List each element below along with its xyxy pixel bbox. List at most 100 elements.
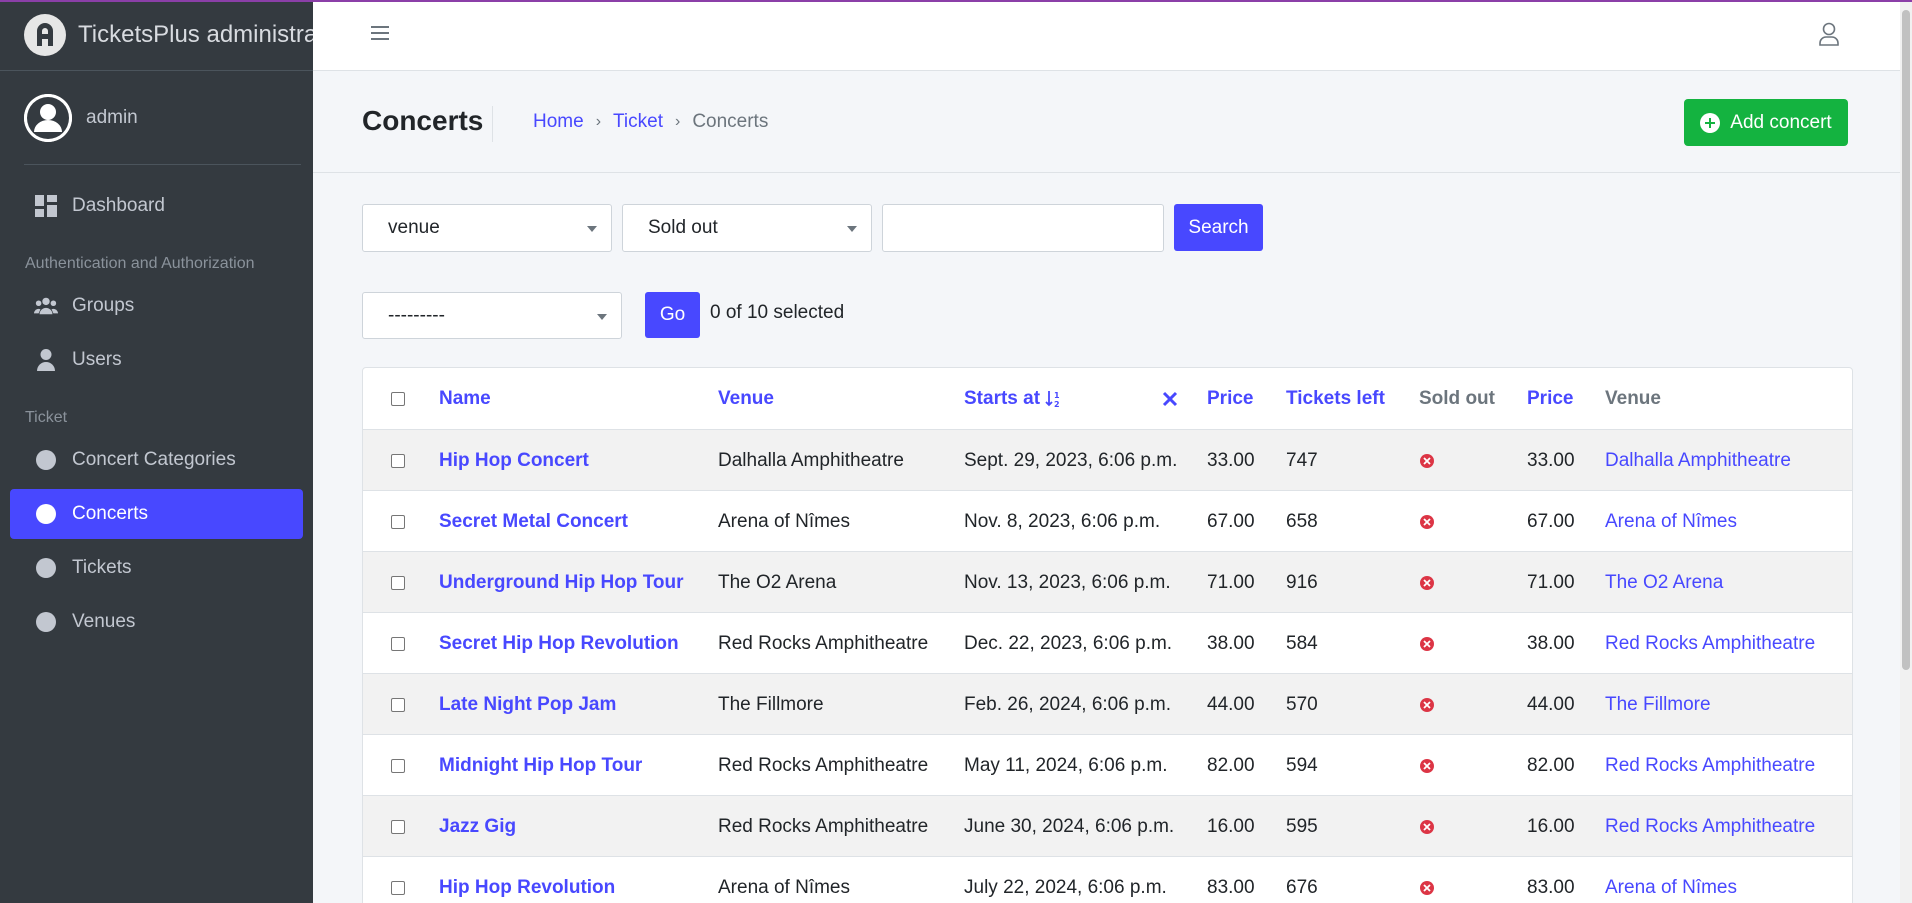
close-icon[interactable] [1162, 368, 1178, 429]
sidebar-item-dashboard[interactable]: Dashboard [10, 181, 303, 231]
tickets-left-cell: 747 [1286, 449, 1318, 471]
price-2-cell: 71.00 [1527, 571, 1575, 593]
top-accent-line [0, 0, 1912, 2]
row-checkbox[interactable] [391, 674, 405, 735]
search-input[interactable] [882, 204, 1164, 252]
menu-icon[interactable] [371, 25, 389, 47]
sidebar-item-label: Concerts [72, 503, 149, 524]
row-checkbox[interactable] [391, 735, 405, 796]
selected-count: 0 of 10 selected [710, 302, 845, 323]
breadcrumb: Home › Ticket › Concerts [533, 111, 768, 133]
content-header: Concerts Home › Ticket › Concerts Add co… [313, 71, 1900, 173]
circle-icon [34, 502, 58, 526]
price-2-cell: 33.00 [1527, 449, 1575, 471]
venue-link[interactable]: Red Rocks Amphitheatre [1605, 735, 1815, 796]
users-group-icon [34, 294, 58, 318]
breadcrumb-ticket[interactable]: Ticket [613, 111, 663, 133]
chevron-down-icon [587, 226, 597, 232]
venue-cell: Arena of Nîmes [718, 510, 850, 532]
starts-at-cell: Sept. 29, 2023, 6:06 p.m. [964, 449, 1178, 471]
page-scrollbar[interactable] [1900, 0, 1912, 903]
column-header-price-2[interactable]: Price [1527, 368, 1573, 429]
brand[interactable]: TicketsPlus administrat [0, 0, 313, 71]
venue-cell: Red Rocks Amphitheatre [718, 754, 929, 776]
svg-text:2: 2 [1054, 400, 1060, 409]
sidebar-item-venues[interactable]: Venues [10, 597, 303, 647]
sidebar-item-concerts[interactable]: Concerts [10, 489, 303, 539]
price-cell: 82.00 [1207, 754, 1255, 776]
venue-link[interactable]: Dalhalla Amphitheatre [1605, 430, 1791, 491]
select-all-checkbox[interactable] [391, 368, 405, 429]
sidebar-item-tickets[interactable]: Tickets [10, 543, 303, 593]
sold-out-filter-select[interactable]: Sold out [622, 204, 872, 252]
column-header-name[interactable]: Name [439, 368, 491, 429]
table-row: Secret Hip Hop Revolution Red Rocks Amphi… [363, 612, 1852, 674]
concert-name-link[interactable]: Late Night Pop Jam [439, 674, 616, 735]
venue-filter-value: venue [388, 217, 440, 238]
breadcrumb-separator: › [595, 113, 602, 130]
chevron-down-icon [847, 226, 857, 232]
add-concert-button[interactable]: Add concert [1684, 99, 1848, 146]
column-header-tickets-left[interactable]: Tickets left [1286, 368, 1385, 429]
concert-name-link[interactable]: Midnight Hip Hop Tour [439, 735, 642, 796]
sort-ascending-icon[interactable]: 12 [1045, 389, 1065, 409]
search-button[interactable]: Search [1174, 204, 1263, 251]
venue-link[interactable]: The Fillmore [1605, 674, 1711, 735]
row-checkbox[interactable] [391, 552, 405, 613]
venue-link[interactable]: Red Rocks Amphitheatre [1605, 796, 1815, 857]
column-header-price[interactable]: Price [1207, 368, 1253, 429]
dashboard-icon [34, 194, 58, 218]
venue-cell: Arena of Nîmes [718, 876, 850, 898]
user-menu-icon[interactable] [1818, 22, 1840, 52]
starts-at-cell: June 30, 2024, 6:06 p.m. [964, 815, 1175, 837]
tickets-left-cell: 594 [1286, 754, 1318, 776]
circle-icon [34, 556, 58, 580]
price-cell: 44.00 [1207, 693, 1255, 715]
page-title: Concerts [362, 105, 484, 136]
venue-filter-select[interactable]: venue [362, 204, 612, 252]
sidebar-item-groups[interactable]: Groups [10, 281, 303, 331]
user-icon [34, 348, 58, 372]
venue-link[interactable]: Arena of Nîmes [1605, 491, 1737, 552]
go-button[interactable]: Go [645, 292, 700, 338]
sold-out-no-icon [1420, 491, 1434, 552]
sidebar-item-concert-categories[interactable]: Concert Categories [10, 435, 303, 485]
concert-name-link[interactable]: Jazz Gig [439, 796, 516, 857]
starts-at-cell: July 22, 2024, 6:06 p.m. [964, 876, 1167, 898]
concert-name-link[interactable]: Secret Hip Hop Revolution [439, 613, 679, 674]
tickets-left-cell: 570 [1286, 693, 1318, 715]
concert-name-link[interactable]: Underground Hip Hop Tour [439, 552, 684, 613]
price-cell: 67.00 [1207, 510, 1255, 532]
concert-name-link[interactable]: Secret Metal Concert [439, 491, 628, 552]
column-header-starts-at[interactable]: Starts at 12 [964, 368, 1065, 429]
sidebar-item-label: Venues [72, 611, 136, 632]
row-checkbox[interactable] [391, 857, 405, 903]
action-select[interactable]: --------- [362, 292, 622, 339]
column-header-venue[interactable]: Venue [718, 368, 774, 429]
breadcrumb-current: Concerts [692, 111, 769, 132]
concert-name-link[interactable]: Hip Hop Revolution [439, 857, 615, 903]
venue-link[interactable]: The O2 Arena [1605, 552, 1723, 613]
user-panel[interactable]: admin [24, 71, 301, 165]
sidebar-section-auth: Authentication and Authorization [25, 255, 255, 272]
venue-link[interactable]: Red Rocks Amphitheatre [1605, 613, 1815, 674]
row-checkbox[interactable] [391, 430, 405, 491]
concert-name-link[interactable]: Hip Hop Concert [439, 430, 589, 491]
venue-cell: The Fillmore [718, 693, 824, 715]
row-checkbox[interactable] [391, 491, 405, 552]
starts-at-cell: Feb. 26, 2024, 6:06 p.m. [964, 693, 1172, 715]
price-cell: 33.00 [1207, 449, 1255, 471]
breadcrumb-separator: › [674, 113, 681, 130]
row-checkbox[interactable] [391, 613, 405, 674]
starts-at-cell: Nov. 8, 2023, 6:06 p.m. [964, 510, 1161, 532]
breadcrumb-home[interactable]: Home [533, 111, 584, 133]
table-row: Secret Metal Concert Arena of Nîmes Nov. 8… [363, 490, 1852, 552]
row-checkbox[interactable] [391, 796, 405, 857]
sold-out-no-icon [1420, 552, 1434, 613]
venue-link[interactable]: Arena of Nîmes [1605, 857, 1737, 903]
tickets-left-cell: 584 [1286, 632, 1318, 654]
scrollbar-thumb[interactable] [1902, 10, 1910, 670]
sidebar-item-users[interactable]: Users [10, 335, 303, 385]
starts-at-cell: Dec. 22, 2023, 6:06 p.m. [964, 632, 1173, 654]
sidebar-item-label: Groups [72, 295, 135, 316]
